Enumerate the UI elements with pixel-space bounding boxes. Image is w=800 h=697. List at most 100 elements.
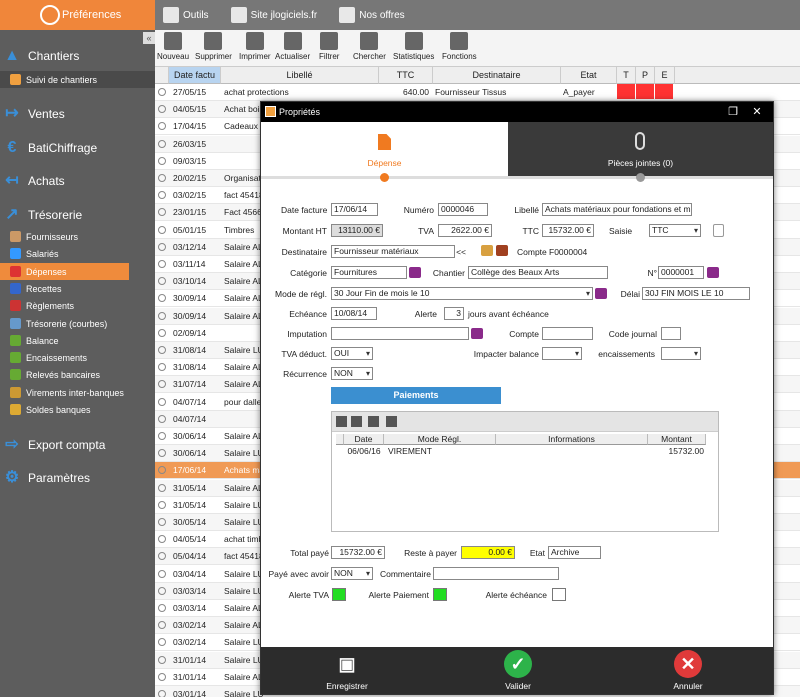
magnifier-icon[interactable] bbox=[158, 122, 166, 131]
paiements-header[interactable]: Paiements bbox=[331, 387, 501, 404]
pay-col-header-date[interactable]: Date bbox=[344, 434, 384, 445]
col-header-ttc[interactable]: TTC bbox=[379, 67, 433, 84]
magnifier-icon[interactable] bbox=[158, 174, 166, 182]
delete-payment-icon[interactable] bbox=[351, 416, 362, 427]
magnifier-icon[interactable] bbox=[158, 518, 166, 526]
magnifier-icon[interactable] bbox=[158, 328, 166, 337]
alerte-tva-checkbox[interactable] bbox=[332, 588, 346, 601]
destinataire-field[interactable]: Fournisseur matériaux bbox=[331, 245, 455, 258]
tab-depense[interactable]: Dépense bbox=[261, 122, 508, 176]
collapse-sidebar-button[interactable]: « bbox=[143, 32, 155, 44]
pay-row-informations[interactable] bbox=[496, 446, 648, 457]
magnifier-icon[interactable] bbox=[158, 569, 166, 578]
magnifier-icon[interactable] bbox=[158, 346, 166, 354]
libelle-field[interactable]: Achats matériaux pour fondations et mur bbox=[542, 203, 692, 216]
section-ventes[interactable]: ↦ Ventes bbox=[0, 102, 155, 126]
tva-field[interactable]: 2622.00 € bbox=[438, 224, 492, 237]
pay-col-header-informations[interactable]: Informations bbox=[496, 434, 648, 445]
magnifier-icon[interactable] bbox=[158, 363, 166, 372]
magnifier-icon[interactable] bbox=[158, 672, 166, 681]
tab-pieces-jointes[interactable]: Pièces jointes (0) bbox=[508, 122, 773, 176]
magnifier-icon[interactable] bbox=[158, 604, 166, 612]
tva-deduct-select[interactable]: OUI bbox=[331, 347, 373, 360]
magnifier-icon[interactable] bbox=[158, 586, 166, 595]
sidebar-item-soldes[interactable]: Soldes banques bbox=[0, 401, 155, 418]
montant-ht-field[interactable]: 13110.00 € bbox=[331, 224, 383, 237]
sidebar-item-suivi-chantiers[interactable]: Suivi de chantiers bbox=[0, 71, 155, 88]
col-header-etat[interactable]: Etat bbox=[561, 67, 617, 84]
magnifier-icon[interactable] bbox=[158, 483, 166, 492]
book-lookup-icon[interactable] bbox=[707, 267, 719, 278]
mode-regl-select[interactable]: 30 Jour Fin de mois le 10 bbox=[331, 287, 593, 300]
pay-row-montant[interactable]: 15732.00 bbox=[648, 446, 704, 457]
sidebar-item-tresorerie-courbes[interactable]: Trésorerie (courbes) bbox=[0, 315, 155, 332]
sidebar-item-depenses[interactable]: Dépenses bbox=[0, 263, 129, 280]
magnifier-icon[interactable] bbox=[158, 690, 166, 697]
section-parametres[interactable]: ⚙ Paramètres bbox=[0, 466, 155, 490]
pay-col-header-mode[interactable]: Mode Régl. bbox=[384, 434, 496, 445]
sidebar-item-encaissements[interactable]: Encaissements bbox=[0, 349, 155, 366]
outils-button[interactable]: Outils bbox=[163, 7, 209, 23]
pay-row-mode[interactable]: VIREMENT bbox=[388, 446, 496, 457]
magnifier-icon[interactable] bbox=[158, 552, 166, 561]
col-header-destinataire[interactable]: Destinataire bbox=[433, 67, 561, 84]
magnifier-icon[interactable] bbox=[158, 621, 166, 630]
magnifier-icon[interactable] bbox=[158, 449, 166, 458]
magnifier-icon[interactable] bbox=[158, 397, 166, 406]
payment-functions-icon[interactable] bbox=[386, 416, 397, 427]
supprimer-button[interactable]: Supprimer bbox=[195, 32, 232, 61]
delai-field[interactable]: 30J FIN MOIS LE 10 bbox=[642, 287, 750, 300]
imprimer-button[interactable]: Imprimer bbox=[239, 32, 271, 61]
table-row[interactable]: 27/05/15 achat protections 640.00 Fournisse… bbox=[155, 84, 800, 101]
magnifier-icon[interactable] bbox=[158, 294, 166, 303]
magnifier-icon[interactable] bbox=[158, 655, 166, 664]
book-lookup-icon[interactable] bbox=[595, 288, 607, 299]
filtrer-button[interactable]: Filtrer bbox=[319, 32, 339, 61]
echeance-field[interactable]: 10/08/14 bbox=[331, 307, 377, 320]
restore-window-icon[interactable]: ❐ bbox=[725, 105, 741, 119]
pay-col-header-montant[interactable]: Montant bbox=[648, 434, 706, 445]
magnifier-icon[interactable] bbox=[158, 414, 166, 423]
offres-button[interactable]: Nos offres bbox=[339, 7, 405, 23]
alerte-paiement-checkbox[interactable] bbox=[433, 588, 447, 601]
annuler-button[interactable]: ✕ Annuler bbox=[666, 650, 710, 691]
imputation-field[interactable] bbox=[331, 327, 469, 340]
col-header-libelle[interactable]: Libellé bbox=[221, 67, 379, 84]
categorie-field[interactable]: Fournitures bbox=[331, 266, 407, 279]
magnifier-icon[interactable] bbox=[158, 466, 166, 475]
contact-card-icon[interactable] bbox=[481, 245, 493, 256]
magnifier-icon[interactable] bbox=[158, 277, 166, 286]
sidebar-item-releves[interactable]: Relevés bancaires bbox=[0, 366, 155, 383]
sidebar-item-fournisseurs[interactable]: Fournisseurs bbox=[0, 228, 155, 245]
chantier-field[interactable]: Collège des Beaux Arts bbox=[468, 266, 608, 279]
magnifier-icon[interactable] bbox=[158, 380, 166, 389]
section-batichiffrage[interactable]: € BatiChiffrage bbox=[0, 136, 155, 160]
alerte-echeance-checkbox[interactable] bbox=[552, 588, 566, 601]
magnifier-icon[interactable] bbox=[158, 638, 166, 647]
print-payment-icon[interactable] bbox=[368, 416, 379, 427]
enregistrer-button[interactable]: ▣ Enregistrer bbox=[323, 650, 371, 691]
numero-field[interactable]: 0000046 bbox=[438, 203, 488, 216]
magnifier-icon[interactable] bbox=[158, 242, 166, 251]
paye-avec-avoir-select[interactable]: NON bbox=[331, 567, 373, 580]
sidebar-item-balance[interactable]: Balance bbox=[0, 332, 155, 349]
date-facture-field[interactable]: 17/06/14 bbox=[331, 203, 378, 216]
magnifier-icon[interactable] bbox=[158, 88, 166, 96]
no-field[interactable]: 0000001 bbox=[658, 266, 704, 279]
col-header-p[interactable]: P bbox=[636, 67, 655, 84]
magnifier-icon[interactable] bbox=[158, 139, 166, 148]
compte-imputation-field[interactable] bbox=[542, 327, 593, 340]
impacter-balance-select[interactable] bbox=[542, 347, 582, 360]
book-lookup-icon[interactable] bbox=[409, 267, 421, 278]
magnifier-icon[interactable] bbox=[158, 208, 166, 217]
pay-row-date[interactable]: 06/06/16 bbox=[344, 446, 384, 457]
sidebar-item-salaries[interactable]: Salariés bbox=[0, 245, 155, 262]
magnifier-icon[interactable] bbox=[158, 225, 166, 234]
magnifier-icon[interactable] bbox=[158, 105, 166, 114]
magnifier-icon[interactable] bbox=[158, 535, 166, 544]
calculator-icon[interactable] bbox=[713, 224, 724, 237]
magnifier-icon[interactable] bbox=[158, 191, 166, 200]
statistiques-button[interactable]: Statistiques bbox=[393, 32, 434, 61]
copy-arrows-button[interactable]: << bbox=[454, 247, 466, 257]
close-window-icon[interactable]: ✕ bbox=[749, 105, 765, 119]
